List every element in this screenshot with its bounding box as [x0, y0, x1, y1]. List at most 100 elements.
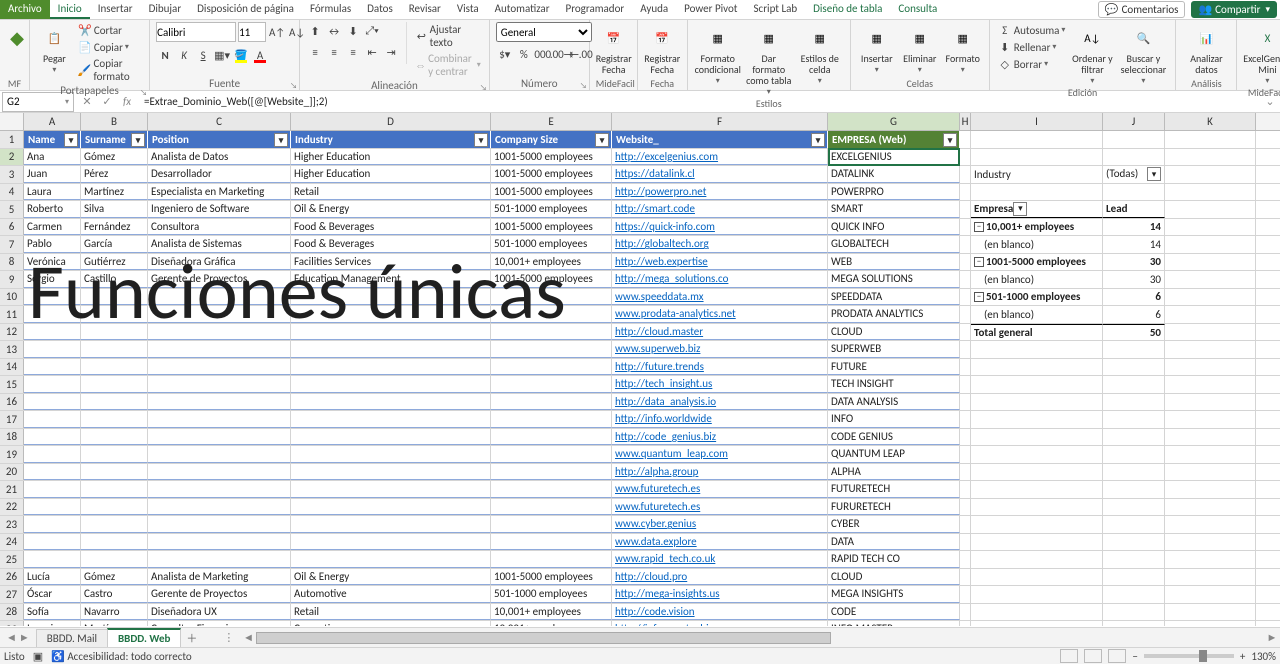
cell[interactable] — [291, 481, 491, 498]
merge-center-button[interactable]: ⇔Combinar y centrar ▾ — [413, 51, 483, 79]
filter-icon[interactable]: ▾ — [131, 133, 145, 147]
excelgenius-button[interactable]: XExcelGenuis Mini — [1243, 22, 1280, 86]
cell[interactable] — [81, 376, 148, 393]
cell-styles-button[interactable]: ▦Estilos de celda — [796, 22, 844, 86]
cell[interactable] — [81, 306, 148, 323]
cell[interactable]: Óscar — [24, 586, 81, 603]
pivot-cell[interactable] — [1165, 306, 1256, 323]
pivot-cell[interactable] — [1165, 341, 1256, 358]
pivot-cell[interactable] — [1165, 166, 1256, 183]
pivot-cell[interactable]: 6 — [1103, 289, 1165, 306]
table-header[interactable]: Surname▾ — [81, 131, 148, 148]
decrease-decimal-icon[interactable]: ←.00 — [572, 45, 590, 63]
website-link[interactable]: www.cyber.genius — [615, 517, 696, 530]
cell[interactable]: Laura — [24, 184, 81, 201]
pivot-cell[interactable]: 14 — [1103, 236, 1165, 253]
filter-icon[interactable]: ▾ — [943, 133, 957, 147]
col-E[interactable]: E — [491, 113, 612, 130]
menu-disposicion[interactable]: Disposición de página — [189, 0, 302, 19]
cell[interactable]: Gerente de Proyectos — [148, 586, 291, 603]
zoom-slider[interactable] — [1144, 654, 1234, 658]
website-link[interactable]: www.superweb.biz — [615, 342, 700, 355]
pivot-cell[interactable] — [1165, 621, 1256, 626]
website-link[interactable]: www.quantum_leap.com — [615, 447, 728, 460]
cell[interactable] — [148, 499, 291, 516]
menu-archivo[interactable]: Archivo — [0, 0, 50, 19]
pivot-cell[interactable] — [971, 411, 1103, 428]
cell[interactable]: http://cloud.pro — [612, 569, 828, 586]
pivot-cell[interactable]: −501-1000 employees — [971, 289, 1103, 306]
insert-cells-button[interactable]: ▦Insertar — [857, 22, 897, 75]
cell[interactable] — [491, 551, 612, 568]
fill-color-button[interactable]: 🪣 — [232, 46, 250, 64]
pivot-cell[interactable] — [1165, 254, 1256, 271]
tab-nav-first-icon[interactable]: ◄ — [6, 631, 17, 644]
cell[interactable]: Retail — [291, 604, 491, 621]
pivot-cell[interactable] — [1103, 621, 1165, 626]
cell[interactable]: https://quick-info.com — [612, 219, 828, 236]
cell[interactable]: Oil & Energy — [291, 569, 491, 586]
cell[interactable]: DATA ANALYSIS — [828, 394, 960, 411]
menu-scriptlab[interactable]: Script Lab — [746, 0, 806, 19]
sheet-tab-bbdd-mail[interactable]: BBDD. Mail — [36, 629, 108, 647]
cell[interactable]: www.speeddata.mx — [612, 289, 828, 306]
pivot-cell[interactable] — [971, 394, 1103, 411]
hscroll-left-icon[interactable]: ◄ — [240, 631, 256, 644]
cell[interactable] — [491, 516, 612, 533]
col-H[interactable]: H — [960, 113, 971, 130]
pivot-cell[interactable] — [1103, 481, 1165, 498]
filter-icon[interactable]: ▾ — [811, 133, 825, 147]
cell[interactable]: CYBER — [828, 516, 960, 533]
col-I[interactable]: I — [971, 113, 1103, 130]
conditional-format-button[interactable]: ▦Formato condicional — [694, 22, 742, 86]
cell[interactable] — [491, 324, 612, 341]
font-name-combo[interactable] — [156, 22, 236, 42]
cell[interactable]: Martínez — [81, 184, 148, 201]
menu-diseno-tabla[interactable]: Diseño de tabla — [805, 0, 890, 19]
pivot-cell[interactable] — [1165, 551, 1256, 568]
cell[interactable] — [491, 464, 612, 481]
zoom-out-icon[interactable]: − — [1132, 650, 1137, 663]
cell[interactable] — [491, 481, 612, 498]
menu-vista[interactable]: Vista — [449, 0, 487, 19]
cell[interactable]: 1001-5000 employees — [491, 569, 612, 586]
cell[interactable]: Especialista en Marketing — [148, 184, 291, 201]
format-cells-button[interactable]: ▦Formato — [943, 22, 983, 75]
registrar-fecha-button2[interactable]: 📅RegistrarFecha — [644, 22, 681, 75]
cell[interactable]: Cosmetics — [291, 621, 491, 626]
cell[interactable]: FUTURE — [828, 359, 960, 376]
cell[interactable] — [491, 376, 612, 393]
find-select-button[interactable]: 🔍Buscar y seleccionar — [1117, 22, 1169, 86]
cell[interactable]: 10,001+ employees — [491, 604, 612, 621]
format-as-table-button[interactable]: ▦Dar formato como tabla — [745, 22, 793, 97]
cell[interactable] — [24, 499, 81, 516]
cell[interactable]: Food & Beverages — [291, 219, 491, 236]
website-link[interactable]: https://quick-info.com — [615, 220, 715, 233]
cell[interactable]: CLOUD — [828, 569, 960, 586]
col-A[interactable]: A — [24, 113, 81, 130]
cell[interactable] — [491, 394, 612, 411]
cell[interactable] — [291, 289, 491, 306]
pivot-cell[interactable] — [1103, 569, 1165, 586]
menu-formulas[interactable]: Fórmulas — [302, 0, 359, 19]
cell[interactable]: Roberto — [24, 201, 81, 218]
sheet-tab-bbdd-web[interactable]: BBDD. Web — [107, 628, 181, 648]
cell[interactable]: http://powerpro.net — [612, 184, 828, 201]
sort-filter-button[interactable]: A↓Ordenar y filtrar — [1070, 22, 1114, 86]
pivot-cell[interactable] — [1103, 411, 1165, 428]
cell[interactable]: http://tech_insight.us — [612, 376, 828, 393]
wrap-text-button[interactable]: ↩Ajustar texto — [413, 22, 483, 50]
pivot-cell[interactable] — [1103, 464, 1165, 481]
pivot-cell[interactable]: (en blanco) — [971, 306, 1103, 323]
cell[interactable] — [24, 446, 81, 463]
website-link[interactable]: http://smart.code — [615, 202, 695, 215]
pivot-cell[interactable] — [1103, 359, 1165, 376]
col-D[interactable]: D — [291, 113, 491, 130]
cell[interactable] — [81, 341, 148, 358]
align-center-icon[interactable]: ≡ — [325, 43, 343, 61]
tab-nav-last-icon[interactable]: ► — [19, 631, 30, 644]
pivot-cell[interactable] — [1165, 236, 1256, 253]
cell[interactable]: Sofía — [24, 604, 81, 621]
pivot-cell[interactable] — [1103, 394, 1165, 411]
pivot-cell[interactable] — [1103, 341, 1165, 358]
